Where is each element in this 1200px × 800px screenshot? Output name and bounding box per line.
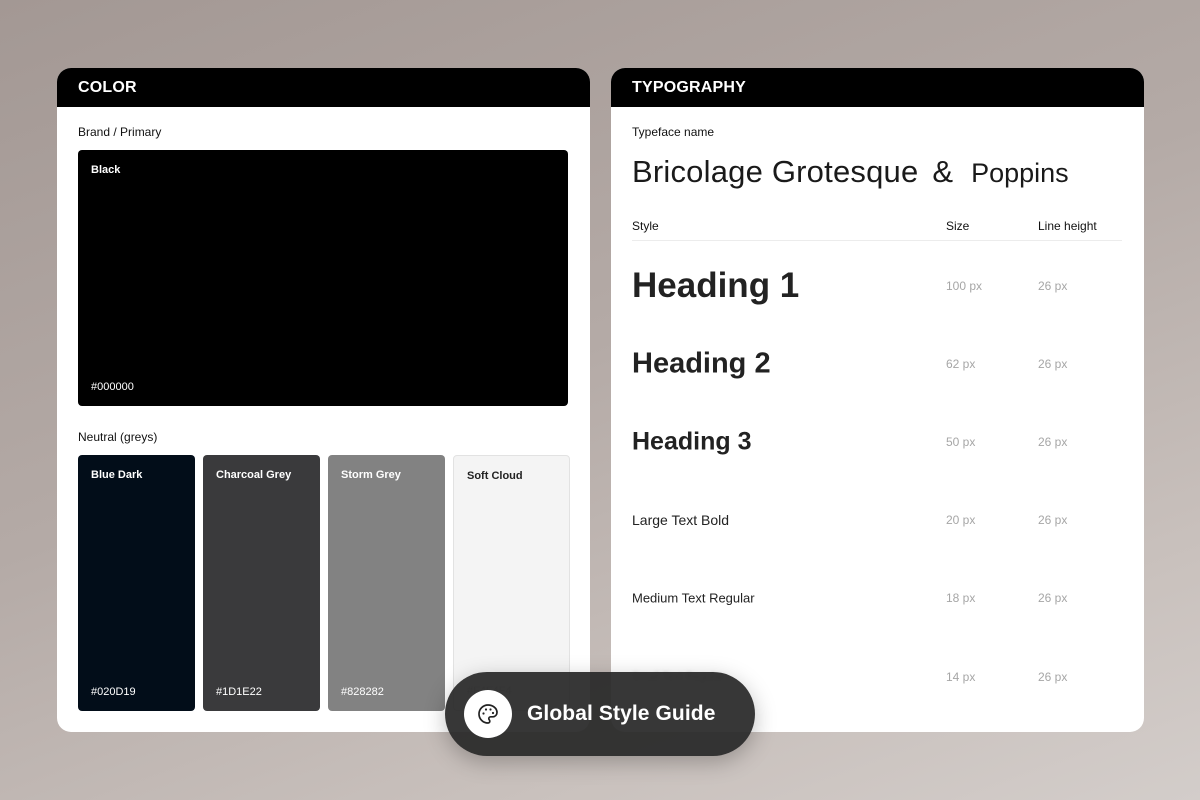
primary-swatch-black[interactable]: Black #000000 [78, 150, 568, 406]
column-line-height: Line height [1038, 219, 1097, 233]
style-sample: Medium Text Regular [632, 590, 755, 606]
style-line-height: 26 px [1038, 591, 1068, 605]
style-size: 18 px [946, 591, 976, 605]
style-sample: Heading 3 [632, 427, 752, 456]
badge-label: Global Style Guide [527, 702, 716, 725]
neutral-greys-label: Neutral (greys) [78, 430, 158, 444]
swatch-hex: #828282 [341, 686, 384, 698]
typeface-separator: & [932, 154, 954, 189]
color-card-header: COLOR [57, 68, 590, 107]
column-style: Style [632, 219, 659, 233]
style-line-height: 26 px [1038, 670, 1068, 684]
neutral-swatch-storm-grey[interactable]: Storm Grey #828282 [328, 455, 445, 711]
swatch-name: Soft Cloud [467, 470, 523, 482]
style-line-height: 26 px [1038, 357, 1068, 371]
color-card: COLOR Brand / Primary Black #000000 Neut… [57, 68, 590, 732]
type-table-header: Style Size Line height [632, 219, 1122, 241]
swatch-name: Charcoal Grey [216, 469, 292, 481]
style-line-height: 26 px [1038, 435, 1068, 449]
swatch-hex: #020D19 [91, 686, 136, 698]
swatch-hex: #1D1E22 [216, 686, 262, 698]
typeface-secondary: Poppins [971, 158, 1069, 188]
typeface-primary: Bricolage Grotesque [632, 154, 919, 189]
typeface-names: Bricolage Grotesque & Poppins [632, 154, 1069, 190]
palette-icon [464, 690, 512, 738]
style-size: 20 px [946, 513, 976, 527]
type-row-heading-3: Heading 3 50 px 26 px [632, 412, 1122, 472]
type-row-heading-2: Heading 2 62 px 26 px [632, 334, 1122, 394]
type-row-medium-text-regular: Medium Text Regular 18 px 26 px [632, 568, 1122, 628]
typography-card: TYPOGRAPHY Typeface name Bricolage Grote… [611, 68, 1144, 732]
neutral-swatch-charcoal-grey[interactable]: Charcoal Grey #1D1E22 [203, 455, 320, 711]
style-size: 100 px [946, 279, 983, 293]
style-size: 62 px [946, 357, 976, 371]
swatch-name: Black [91, 164, 121, 176]
style-sample: Heading 2 [632, 347, 771, 380]
neutral-swatch-blue-dark[interactable]: Blue Dark #020D19 [78, 455, 195, 711]
typography-card-header: TYPOGRAPHY [611, 68, 1144, 107]
style-sample: Large Text Bold [632, 512, 730, 528]
style-line-height: 26 px [1038, 279, 1068, 293]
type-row-large-text-bold: Large Text Bold 20 px 26 px [632, 490, 1122, 550]
global-style-guide-badge[interactable]: Global Style Guide [445, 672, 755, 756]
column-size: Size [946, 219, 970, 233]
typeface-name-label: Typeface name [632, 125, 715, 139]
swatch-name: Storm Grey [341, 469, 401, 481]
style-size: 50 px [946, 435, 976, 449]
swatch-hex: #000000 [91, 381, 134, 393]
style-size: 14 px [946, 670, 976, 684]
type-row-heading-1: Heading 1 100 px 26 px [632, 256, 1122, 316]
swatch-name: Blue Dark [91, 469, 143, 481]
style-sample: Heading 1 [632, 266, 800, 305]
style-line-height: 26 px [1038, 513, 1068, 527]
brand-primary-label: Brand / Primary [78, 125, 162, 139]
